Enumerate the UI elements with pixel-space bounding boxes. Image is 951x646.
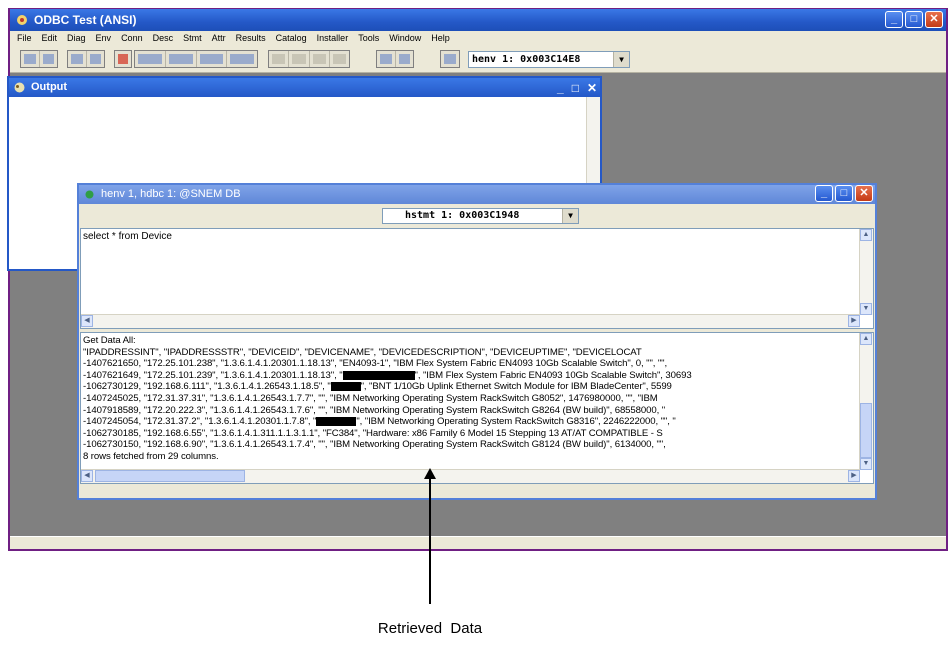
result-row: -1062730150, "192.168.6.90", "1.3.6.1.4.…	[83, 439, 666, 451]
fetch-icon[interactable]	[197, 51, 228, 67]
henv-select-value: henv 1: 0x003C14E8	[472, 54, 581, 65]
redacted-block	[330, 382, 361, 392]
app-title: ODBC Test (ANSI)	[34, 13, 137, 27]
result-row: -1407621650, "172.25.101.238", "1.3.6.1.…	[83, 358, 668, 370]
save-icon[interactable]	[40, 51, 58, 67]
menu-diag[interactable]: Diag	[62, 31, 91, 46]
results-header: Get Data All:	[83, 335, 136, 346]
close-button[interactable]: ✕	[925, 11, 943, 28]
result-row: -1062730129, "192.168.6.111", "1.3.6.1.4…	[83, 381, 672, 393]
sql-horizontal-scrollbar[interactable]: ◀ ▶	[81, 314, 860, 328]
tools-button[interactable]	[440, 50, 460, 68]
result-row: -1062730185, "192.168.6.55", "1.3.6.1.4.…	[83, 427, 663, 439]
connection-titlebar[interactable]: henv 1, hdbc 1: @SNEM DB _ □ ✕	[79, 185, 875, 204]
file-toolbar-group[interactable]	[20, 50, 58, 68]
tools-icon	[441, 51, 459, 67]
menu-bar: File Edit Diag Env Conn Desc Stmt Attr R…	[10, 31, 946, 46]
output-icon	[14, 82, 25, 93]
disabled-toolbar-group	[268, 50, 350, 68]
menu-stmt[interactable]: Stmt	[178, 31, 207, 46]
connection-icon	[85, 190, 94, 199]
results-text: Get Data All: "IPADDRESSINT", "IPADDRESS…	[83, 335, 859, 463]
scroll-right-icon[interactable]: ▶	[848, 315, 860, 327]
results-vertical-scrollbar[interactable]: ▲ ▼	[859, 333, 873, 470]
menu-catalog[interactable]: Catalog	[271, 31, 312, 46]
menu-conn[interactable]: Conn	[116, 31, 148, 46]
connection-close-button[interactable]: ✕	[855, 185, 873, 202]
menu-help[interactable]: Help	[426, 31, 455, 46]
menu-edit[interactable]: Edit	[37, 31, 63, 46]
result-row: -1407918589, "172.20.222.3", "1.3.6.1.4.…	[83, 404, 666, 416]
hstmt-select-value: hstmt 1: 0x003C1948	[405, 210, 520, 221]
chevron-down-icon[interactable]: ▼	[613, 52, 629, 67]
menu-attr[interactable]: Attr	[207, 31, 231, 46]
output-close-button[interactable]: ✕	[587, 79, 597, 98]
result-row: -1407245025, "172.31.37.31", "1.3.6.1.4.…	[83, 392, 658, 404]
result-row: -1407621649, "172.25.101.239", "1.3.6.1.…	[83, 369, 692, 381]
scroll-right-icon[interactable]: ▶	[848, 470, 860, 482]
connection-minimize-button[interactable]: _	[815, 185, 833, 202]
scroll-down-icon[interactable]: ▼	[860, 303, 872, 315]
output-maximize-button[interactable]: □	[572, 79, 579, 98]
results-toolbar-group[interactable]	[134, 50, 258, 68]
scroll-thumb[interactable]	[95, 470, 245, 482]
tile-icon[interactable]	[377, 51, 396, 67]
menu-installer[interactable]: Installer	[312, 31, 354, 46]
annotation-caption: Retrieved Data	[377, 620, 483, 637]
menu-results[interactable]: Results	[231, 31, 271, 46]
menu-tools[interactable]: Tools	[353, 31, 384, 46]
cascade-icon[interactable]	[396, 51, 414, 67]
hstmt-select[interactable]: hstmt 1: 0x003C1948 ▼	[382, 208, 579, 224]
connection-title: henv 1, hdbc 1: @SNEM DB	[101, 188, 241, 200]
status-bar	[10, 536, 946, 549]
app-titlebar[interactable]: ODBC Test (ANSI) _ □ ✕	[10, 9, 946, 31]
execute-icon	[115, 51, 131, 67]
menu-env[interactable]: Env	[91, 31, 117, 46]
execute-button[interactable]	[114, 50, 132, 68]
maximize-button[interactable]: □	[905, 11, 923, 28]
redacted-block	[342, 370, 415, 380]
free-stmt-icon[interactable]	[227, 51, 257, 67]
connection-maximize-button[interactable]: □	[835, 185, 853, 202]
disconnect-icon[interactable]	[87, 51, 105, 67]
minimize-button[interactable]: _	[885, 11, 903, 28]
output-title: Output	[31, 81, 68, 93]
menu-window[interactable]: Window	[384, 31, 426, 46]
sql-text[interactable]: select * from Device	[83, 231, 172, 242]
results-output[interactable]: Get Data All: "IPADDRESSINT", "IPADDRESS…	[80, 332, 874, 484]
grid-icon[interactable]	[166, 51, 197, 67]
chevron-down-icon[interactable]: ▼	[562, 209, 578, 223]
scroll-up-icon[interactable]: ▲	[860, 333, 872, 345]
sql-vertical-scrollbar[interactable]: ▲ ▼	[859, 229, 873, 315]
henv-select[interactable]: henv 1: 0x003C14E8 ▼	[468, 51, 630, 68]
results-footer: 8 rows fetched from 29 columns.	[83, 450, 219, 462]
scroll-down-icon[interactable]: ▼	[860, 458, 872, 470]
results-icon[interactable]	[135, 51, 166, 67]
open-icon[interactable]	[21, 51, 40, 67]
connection-window: henv 1, hdbc 1: @SNEM DB _ □ ✕ hstmt 1: …	[77, 183, 877, 500]
annotation-arrow	[429, 477, 431, 604]
menu-file[interactable]: File	[12, 31, 37, 46]
window-toolbar-group[interactable]	[376, 50, 414, 68]
connect-toolbar-group[interactable]	[67, 50, 105, 68]
toolbar: henv 1: 0x003C14E8 ▼	[10, 46, 946, 73]
sql-input[interactable]: select * from Device ▲ ▼ ◀ ▶	[80, 228, 874, 329]
results-columns: "IPADDRESSINT", "IPADDRESSSTR", "DEVICEI…	[83, 346, 642, 358]
output-titlebar[interactable]: Output _ □ ✕	[9, 78, 600, 97]
scroll-left-icon[interactable]: ◀	[81, 315, 93, 327]
odbc-app-icon	[17, 15, 27, 25]
scroll-up-icon[interactable]: ▲	[860, 229, 872, 241]
menu-desc[interactable]: Desc	[148, 31, 179, 46]
result-row: -1407245054, "172.31.37.2", "1.3.6.1.4.1…	[83, 416, 676, 428]
scroll-thumb[interactable]	[860, 403, 872, 458]
scroll-left-icon[interactable]: ◀	[81, 470, 93, 482]
connect-icon[interactable]	[68, 51, 87, 67]
results-horizontal-scrollbar[interactable]: ◀ ▶	[81, 469, 860, 483]
redacted-block	[316, 417, 357, 427]
output-minimize-button[interactable]: _	[557, 79, 564, 98]
